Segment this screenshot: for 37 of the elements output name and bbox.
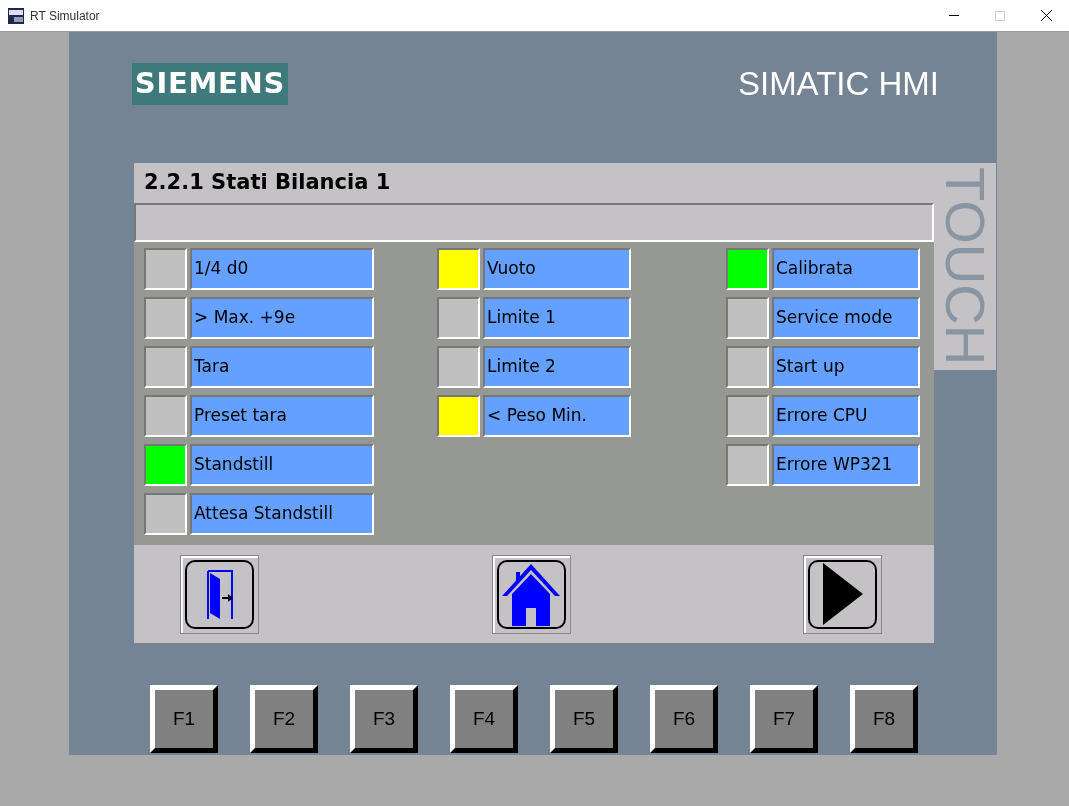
status-label: Errore WP321: [772, 444, 920, 486]
function-key[interactable]: F6: [650, 685, 718, 753]
status-label: Tara: [190, 346, 374, 388]
function-key[interactable]: F2: [250, 685, 318, 753]
status-label: < Peso Min.: [483, 395, 631, 437]
close-icon: [1040, 10, 1052, 21]
maximize-icon: [995, 10, 1005, 21]
status-label: Preset tara: [190, 395, 374, 437]
status-label: > Max. +9e: [190, 297, 374, 339]
screen-title: 2.2.1 Stati Bilancia 1: [143, 169, 392, 197]
exit-button[interactable]: [180, 554, 259, 634]
function-key[interactable]: F1: [150, 685, 218, 753]
app-icon: [8, 7, 24, 24]
window-title: RT Simulator: [30, 7, 100, 25]
status-label: Errore CPU: [772, 395, 920, 437]
function-key[interactable]: F3: [350, 685, 418, 753]
home-button[interactable]: [491, 554, 571, 634]
next-button[interactable]: [803, 554, 882, 634]
status-label: Standstill: [190, 444, 374, 486]
siemens-logo: SIEMENS: [132, 63, 288, 105]
home-icon: [502, 562, 560, 626]
status-label: Calibrata: [772, 248, 920, 290]
status-label: Start up: [772, 346, 920, 388]
status-label: Limite 2: [483, 346, 631, 388]
function-key[interactable]: F7: [750, 685, 818, 753]
status-label: 1/4 d0: [190, 248, 374, 290]
product-name: SIMATIC HMI: [737, 64, 939, 105]
status-label: Limite 1: [483, 297, 631, 339]
status-label: Service mode: [772, 297, 920, 339]
minimize-icon: [949, 15, 959, 16]
status-label: Vuoto: [483, 248, 631, 290]
play-icon: [820, 561, 865, 627]
function-key[interactable]: F5: [550, 685, 618, 753]
touch-label: TOUCH: [934, 163, 996, 370]
function-key[interactable]: F8: [850, 685, 918, 753]
function-key[interactable]: F4: [450, 685, 518, 753]
status-label: Attesa Standstill: [190, 493, 374, 535]
